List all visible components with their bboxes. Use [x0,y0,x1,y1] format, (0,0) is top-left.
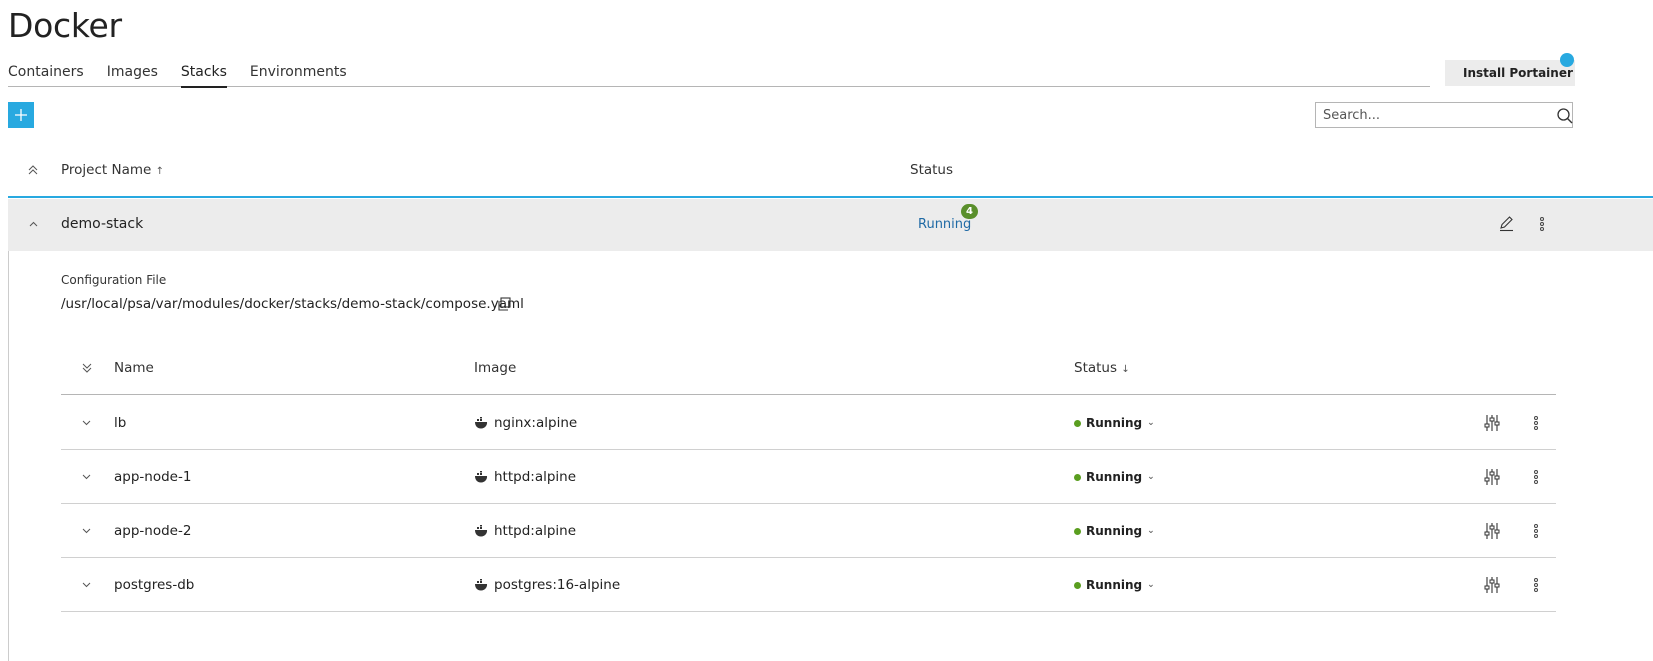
service-name: lb [114,415,127,431]
running-status-dot [1074,527,1081,535]
tab-images[interactable]: Images [107,62,158,87]
service-image-name: nginx:alpine [494,415,578,431]
service-status-header-label: Status [1074,360,1118,376]
service-name: postgres-db [114,577,195,593]
sort-desc-icon: ↓ [1121,364,1130,375]
copy-icon[interactable] [496,296,512,316]
docker-whale-icon [475,416,488,428]
config-file-path: /usr/local/psa/var/modules/docker/stacks… [61,296,524,312]
docker-whale-icon [475,578,488,590]
stacks-table-header: Project Name ↑ Status [8,150,1653,198]
add-stack-button[interactable] [8,102,34,128]
chevron-down-icon[interactable] [81,417,92,428]
service-status-label: Running [1086,578,1143,592]
caret-down-icon: ⌄ [1147,526,1155,536]
service-image: httpd:alpine [474,523,576,539]
stack-name: demo-stack [61,216,144,232]
notification-dot [1560,53,1574,67]
services-table-header: Name Image Status ↓ [61,346,1556,395]
status-header[interactable]: Status [910,162,953,178]
service-row[interactable]: app-node-1 httpd:alpine Running ⌄ [61,450,1556,504]
tab-bar: Containers Images Stacks Environments [8,62,1430,88]
service-row[interactable]: postgres-db postgres:16-alpine Running ⌄ [61,558,1556,612]
service-row[interactable]: lb nginx:alpine Running ⌄ [61,396,1556,450]
edit-pencil-icon[interactable] [1498,215,1515,232]
more-options-icon[interactable] [1532,469,1540,485]
service-image: nginx:alpine [474,415,577,431]
more-options-icon[interactable] [1538,216,1546,232]
chevron-down-icon[interactable] [81,579,92,590]
stack-row[interactable]: demo-stack Running 4 [8,199,1653,251]
image-header[interactable]: Image [474,360,516,376]
chevron-down-icon[interactable] [81,471,92,482]
service-status-header[interactable]: Status ↓ [1074,360,1130,376]
tab-containers[interactable]: Containers [8,62,84,87]
service-name: app-node-2 [114,523,192,539]
more-options-icon[interactable] [1532,577,1540,593]
stack-status-link[interactable]: Running [918,217,971,232]
more-options-icon[interactable] [1532,523,1540,539]
settings-sliders-icon[interactable] [1484,522,1500,540]
settings-sliders-icon[interactable] [1484,468,1500,486]
service-row[interactable]: app-node-2 httpd:alpine Running ⌄ [61,504,1556,558]
service-status-label: Running [1086,524,1143,538]
service-status-dropdown[interactable]: Running ⌄ [1074,524,1155,538]
service-image: httpd:alpine [474,469,576,485]
tab-stacks[interactable]: Stacks [180,62,227,88]
page-title: Docker [8,6,122,45]
project-name-header-label: Project Name [61,162,152,178]
search-input[interactable] [1316,107,1544,123]
settings-sliders-icon[interactable] [1484,414,1500,432]
running-status-dot [1074,581,1081,589]
config-file-label: Configuration File [61,273,167,287]
caret-down-icon: ⌄ [1147,418,1155,428]
service-status-dropdown[interactable]: Running ⌄ [1074,416,1155,430]
name-header[interactable]: Name [114,360,154,376]
caret-down-icon: ⌄ [1147,580,1155,590]
service-image: postgres:16-alpine [474,577,620,593]
project-name-header[interactable]: Project Name ↑ [61,162,164,178]
service-status-label: Running [1086,416,1143,430]
container-count-badge: 4 [961,204,978,219]
more-options-icon[interactable] [1532,415,1540,431]
chevron-down-icon[interactable] [81,525,92,536]
expand-all-icon[interactable] [81,362,93,374]
service-image-name: httpd:alpine [494,523,577,539]
service-image-name: httpd:alpine [494,469,577,485]
tab-environments[interactable]: Environments [250,62,347,87]
caret-down-icon: ⌄ [1147,472,1155,482]
service-status-label: Running [1086,470,1143,484]
search-icon[interactable] [1556,107,1574,129]
stack-details-panel: Configuration File /usr/local/psa/var/mo… [8,251,1653,661]
docker-whale-icon [475,470,488,482]
settings-sliders-icon[interactable] [1484,576,1500,594]
service-status-dropdown[interactable]: Running ⌄ [1074,470,1155,484]
search-box [1315,102,1573,128]
running-status-dot [1074,419,1081,427]
docker-whale-icon [475,524,488,536]
service-image-name: postgres:16-alpine [494,577,621,593]
plus-icon [15,109,27,121]
service-status-dropdown[interactable]: Running ⌄ [1074,578,1155,592]
collapse-all-icon[interactable] [27,164,39,176]
service-name: app-node-1 [114,469,192,485]
sort-asc-icon: ↑ [155,166,164,177]
chevron-up-icon[interactable] [28,219,39,230]
running-status-dot [1074,473,1081,481]
install-portainer-button[interactable]: Install Portainer [1445,60,1575,86]
